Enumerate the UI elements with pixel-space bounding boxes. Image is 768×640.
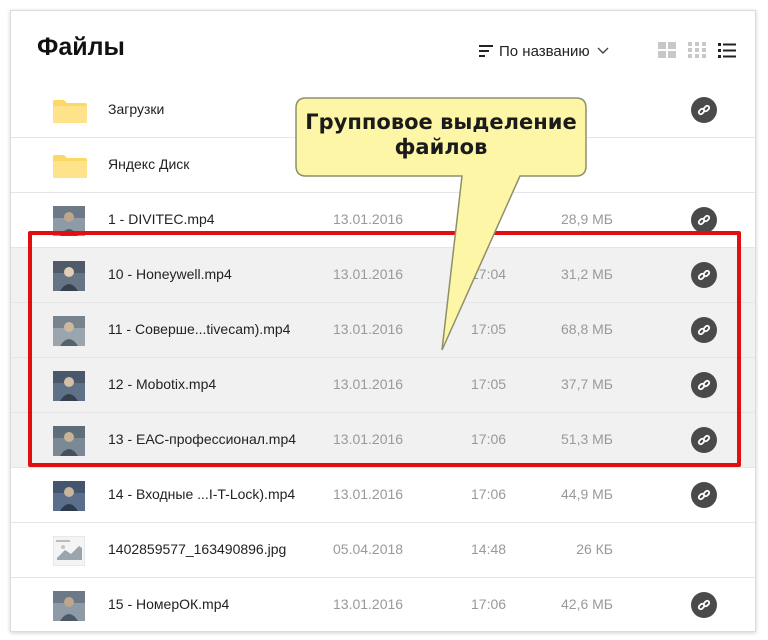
file-size: 68,8 МБ	[561, 321, 613, 337]
file-time: 17:05	[471, 376, 507, 392]
callout-line-1: Групповое выделение	[305, 110, 577, 134]
share-link-button[interactable]	[691, 482, 717, 508]
callout-line-2: файлов	[394, 135, 488, 159]
share-link-button[interactable]	[691, 207, 717, 233]
large-tiles-icon	[658, 42, 676, 58]
file-size: 51,3 МБ	[561, 431, 613, 447]
list-view-button[interactable]	[717, 41, 737, 59]
file-date: 13.01.2016	[333, 211, 404, 227]
small-tiles-view-button[interactable]	[687, 41, 707, 59]
link-icon	[697, 489, 711, 501]
file-date: 13.01.2016	[333, 266, 404, 282]
file-size: 42,6 МБ	[561, 596, 613, 612]
link-icon	[697, 599, 711, 611]
share-link-button[interactable]	[691, 372, 717, 398]
file-size: 37,7 МБ	[561, 376, 613, 392]
file-name: Яндекс Диск	[108, 156, 190, 172]
file-date: 13.01.2016	[333, 596, 404, 612]
chevron-down-icon	[597, 47, 609, 54]
share-link-button[interactable]	[691, 317, 717, 343]
share-link-button[interactable]	[691, 97, 717, 123]
sort-dropdown[interactable]: По названию	[479, 41, 609, 61]
file-name: Загрузки	[108, 101, 165, 117]
file-time: 17:06	[471, 486, 507, 502]
file-name: 12 - Mobotix.mp4	[108, 376, 217, 392]
file-row[interactable]: 1402859577_163490896.jpg 05.04.2018 14:4…	[11, 523, 755, 578]
files-panel: Файлы По названию Загрузки 22.02.2017 17…	[10, 10, 756, 632]
share-link-button[interactable]	[691, 592, 717, 618]
share-link-button[interactable]	[691, 427, 717, 453]
video-thumbnail	[53, 426, 85, 456]
view-mode-switcher	[657, 41, 737, 59]
sort-label: По названию	[499, 42, 590, 60]
link-icon	[697, 104, 711, 116]
link-icon	[697, 269, 711, 281]
file-row[interactable]: 13 - ЕАС-профессионал.mp4 13.01.2016 17:…	[11, 413, 755, 468]
file-time: 16	[471, 211, 487, 227]
file-name: 1 - DIVITEC.mp4	[108, 211, 215, 227]
file-name: 13 - ЕАС-профессионал.mp4	[108, 431, 297, 447]
sort-icon	[479, 45, 493, 57]
file-size: 44,9 МБ	[561, 486, 613, 502]
link-icon	[697, 379, 711, 391]
file-time: 17:05	[471, 321, 507, 337]
video-thumbnail	[53, 316, 85, 346]
callout-text: Групповое выделение файлов	[296, 110, 586, 160]
list-icon	[718, 43, 736, 58]
small-tiles-icon	[688, 42, 706, 58]
video-thumbnail	[53, 591, 85, 621]
link-icon	[697, 324, 711, 336]
file-time: 17:06	[471, 431, 507, 447]
file-name: 11 - Соверше...tivecam).mp4	[108, 321, 291, 337]
file-size: 26 КБ	[576, 541, 613, 557]
page-title: Файлы	[37, 33, 125, 61]
file-size: 31,2 МБ	[561, 266, 613, 282]
file-size: 28,9 МБ	[561, 211, 613, 227]
share-link-button[interactable]	[691, 262, 717, 288]
large-tiles-view-button[interactable]	[657, 41, 677, 59]
folder-icon	[53, 100, 87, 123]
folder-icon	[53, 155, 87, 178]
file-date: 05.04.2018	[333, 541, 404, 557]
file-name: 14 - Входные ...I-T-Lock).mp4	[108, 486, 296, 502]
image-thumbnail	[53, 536, 85, 566]
video-thumbnail	[53, 371, 85, 401]
file-row[interactable]: 14 - Входные ...I-T-Lock).mp4 13.01.2016…	[11, 468, 755, 523]
files-header: Файлы По названию	[11, 11, 755, 83]
video-thumbnail	[53, 261, 85, 291]
file-time: 17:06	[471, 596, 507, 612]
file-row[interactable]: 11 - Соверше...tivecam).mp4 13.01.2016 1…	[11, 303, 755, 358]
video-thumbnail	[53, 206, 85, 236]
file-name: 1402859577_163490896.jpg	[108, 541, 287, 557]
file-date: 13.01.2016	[333, 486, 404, 502]
file-date: 13.01.2016	[333, 376, 404, 392]
file-name: 10 - Honeywell.mp4	[108, 266, 232, 282]
file-row[interactable]: 15 - НомерОК.mp4 13.01.2016 17:06 42,6 М…	[11, 578, 755, 631]
file-time: 14:48	[471, 541, 507, 557]
file-date: 13.01.2016	[333, 321, 404, 337]
file-row[interactable]: 1 - DIVITEC.mp4 13.01.2016 16 28,9 МБ	[11, 193, 755, 248]
file-row[interactable]: 10 - Honeywell.mp4 13.01.2016 17:04 31,2…	[11, 248, 755, 303]
link-icon	[697, 214, 711, 226]
file-name: 15 - НомерОК.mp4	[108, 596, 230, 612]
link-icon	[697, 434, 711, 446]
file-row[interactable]: 12 - Mobotix.mp4 13.01.2016 17:05 37,7 М…	[11, 358, 755, 413]
file-date: 13.01.2016	[333, 431, 404, 447]
video-thumbnail	[53, 481, 85, 511]
file-time: 17:04	[471, 266, 507, 282]
